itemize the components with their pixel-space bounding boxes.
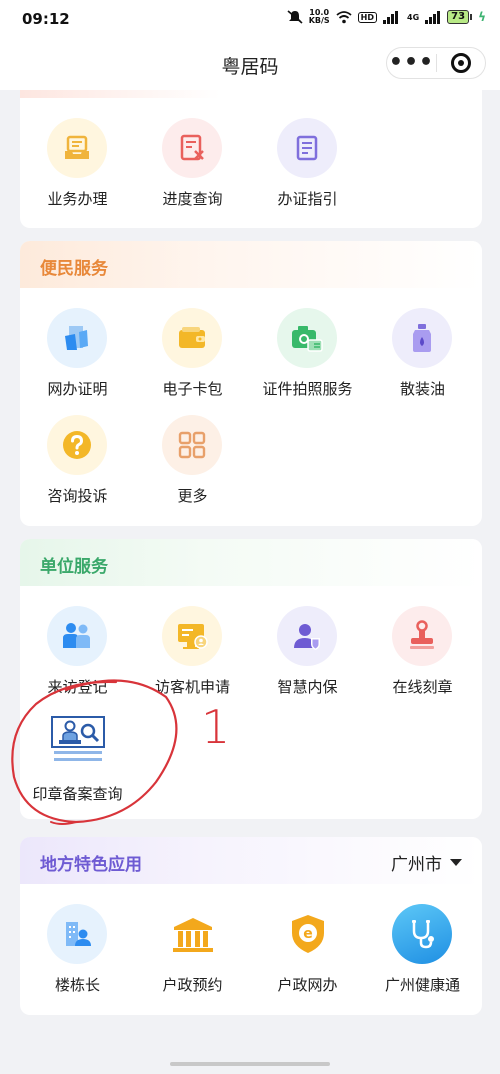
app-guangzhou-health[interactable]: 广州健康通	[365, 904, 480, 1004]
battery-level: 73	[447, 10, 470, 24]
status-time: 09:12	[22, 10, 70, 28]
government-building-icon	[172, 916, 214, 958]
guide-doc-icon	[277, 118, 337, 178]
mini-program-capsule: •••	[386, 47, 486, 79]
local-apps-card: 地方特色应用 广州市 楼栋长 户政预约 e 户政网办 广州健康通	[20, 837, 482, 1015]
tile-label: 办证指引	[277, 190, 338, 208]
tile-label: 访客机申请	[154, 678, 230, 696]
close-mini-program-button[interactable]	[437, 53, 485, 73]
service-id-photo[interactable]: 证件拍照服务	[250, 308, 365, 408]
unit-services-card: 单位服务 来访登记 访客机申请 智慧内保 在线刻章 印章备案查询	[20, 539, 482, 819]
grid-more-icon	[162, 415, 222, 475]
tile-label: 来访登记	[47, 678, 108, 696]
service-bulk-oil[interactable]: 散装油	[365, 308, 480, 408]
card-header: 地方特色应用 广州市	[20, 837, 482, 884]
service-visitor-register[interactable]: 来访登记	[20, 606, 135, 706]
service-smart-security[interactable]: 智慧内保	[250, 606, 365, 706]
section-title: 便民服务	[40, 259, 108, 279]
visitor-machine-icon	[162, 606, 222, 666]
more-menu-button[interactable]: •••	[387, 52, 436, 74]
hd-badge: HD	[357, 11, 378, 23]
section-title: 地方特色应用	[40, 855, 142, 875]
svg-text:e: e	[303, 926, 313, 942]
service-wallet[interactable]: 电子卡包	[135, 308, 250, 408]
tile-label: 印章备案查询	[32, 785, 123, 803]
status-icons: 10.0 KB/S HD 4G 73 ϟ	[287, 9, 486, 25]
battery-indicator: 73	[447, 10, 473, 24]
card-header: 便民服务	[20, 241, 482, 288]
tile-label: 证件拍照服务	[262, 380, 353, 398]
service-progress[interactable]: 进度查询	[135, 118, 250, 218]
tile-label: 电子卡包	[162, 380, 223, 398]
tile-label: 智慧内保	[277, 678, 338, 696]
status-bar: 09:12 10.0 KB/S HD 4G 73 ϟ	[0, 0, 500, 38]
online-certificate-icon	[47, 308, 107, 368]
caret-down-icon	[450, 859, 462, 866]
seal-stamp-icon	[392, 606, 452, 666]
tile-label: 楼栋长	[54, 976, 100, 994]
tile-label: 户政预约	[162, 976, 223, 994]
annotation-number: 1	[201, 700, 231, 754]
convenience-services-card: 便民服务 网办证明 电子卡包 证件拍照服务 散装油 咨询投诉 更多	[20, 241, 482, 526]
card-header: 单位服务	[20, 539, 482, 586]
city-name: 广州市	[391, 855, 442, 875]
e-shield-icon: e	[289, 913, 327, 959]
tile-label: 户政网办	[277, 976, 338, 994]
city-selector[interactable]: 广州市	[391, 850, 462, 875]
service-guide[interactable]: 办证指引	[250, 118, 365, 218]
tile-label: 业务办理	[47, 190, 108, 208]
tile-label: 网办证明	[47, 380, 108, 398]
service-consult-complaint[interactable]: 咨询投诉	[20, 415, 135, 515]
tile-label: 在线刻章	[392, 678, 453, 696]
service-online-certificate[interactable]: 网办证明	[20, 308, 135, 408]
network-type: 4G	[407, 12, 420, 22]
top-services-card: 业务办理 进度查询 办证指引	[20, 90, 482, 228]
wallet-icon	[162, 308, 222, 368]
target-close-icon	[450, 53, 471, 73]
service-more[interactable]: 更多	[135, 415, 250, 515]
network-speed: 10.0 KB/S	[308, 8, 330, 25]
health-stethoscope-icon	[392, 904, 452, 964]
service-seal-record-search[interactable]: 印章备案查询	[20, 713, 135, 813]
business-tray-icon	[47, 118, 107, 178]
tile-label: 咨询投诉	[47, 487, 108, 505]
signal-icon-2	[425, 10, 441, 24]
section-title: 单位服务	[40, 557, 108, 577]
tile-label: 散装油	[399, 380, 445, 398]
camera-id-icon	[277, 308, 337, 368]
battery-tip	[470, 14, 473, 20]
nav-bar: 粤居码 •••	[0, 38, 500, 90]
service-online-seal[interactable]: 在线刻章	[365, 606, 480, 706]
progress-doc-icon	[162, 118, 222, 178]
tile-label: 进度查询	[162, 190, 223, 208]
wifi-icon	[336, 10, 352, 23]
security-person-icon	[277, 606, 337, 666]
charging-icon: ϟ	[478, 10, 486, 24]
signal-icon	[383, 10, 399, 24]
building-manager-icon	[47, 904, 107, 964]
home-indicator[interactable]	[170, 1062, 330, 1066]
app-household-appointment[interactable]: 户政预约	[135, 904, 250, 1004]
tile-label: 更多	[177, 487, 208, 505]
seal-record-search-icon	[50, 713, 106, 769]
visitors-icon	[47, 606, 107, 666]
app-building-manager[interactable]: 楼栋长	[20, 904, 135, 1004]
service-business[interactable]: 业务办理	[20, 118, 135, 218]
question-icon	[47, 415, 107, 475]
tile-label: 广州健康通	[384, 976, 460, 994]
mute-icon	[287, 10, 303, 24]
service-visitor-machine[interactable]: 访客机申请	[135, 606, 250, 706]
card-header-peek	[20, 90, 220, 98]
app-household-online[interactable]: e 户政网办	[250, 904, 365, 1004]
fuel-bottle-icon	[392, 308, 452, 368]
